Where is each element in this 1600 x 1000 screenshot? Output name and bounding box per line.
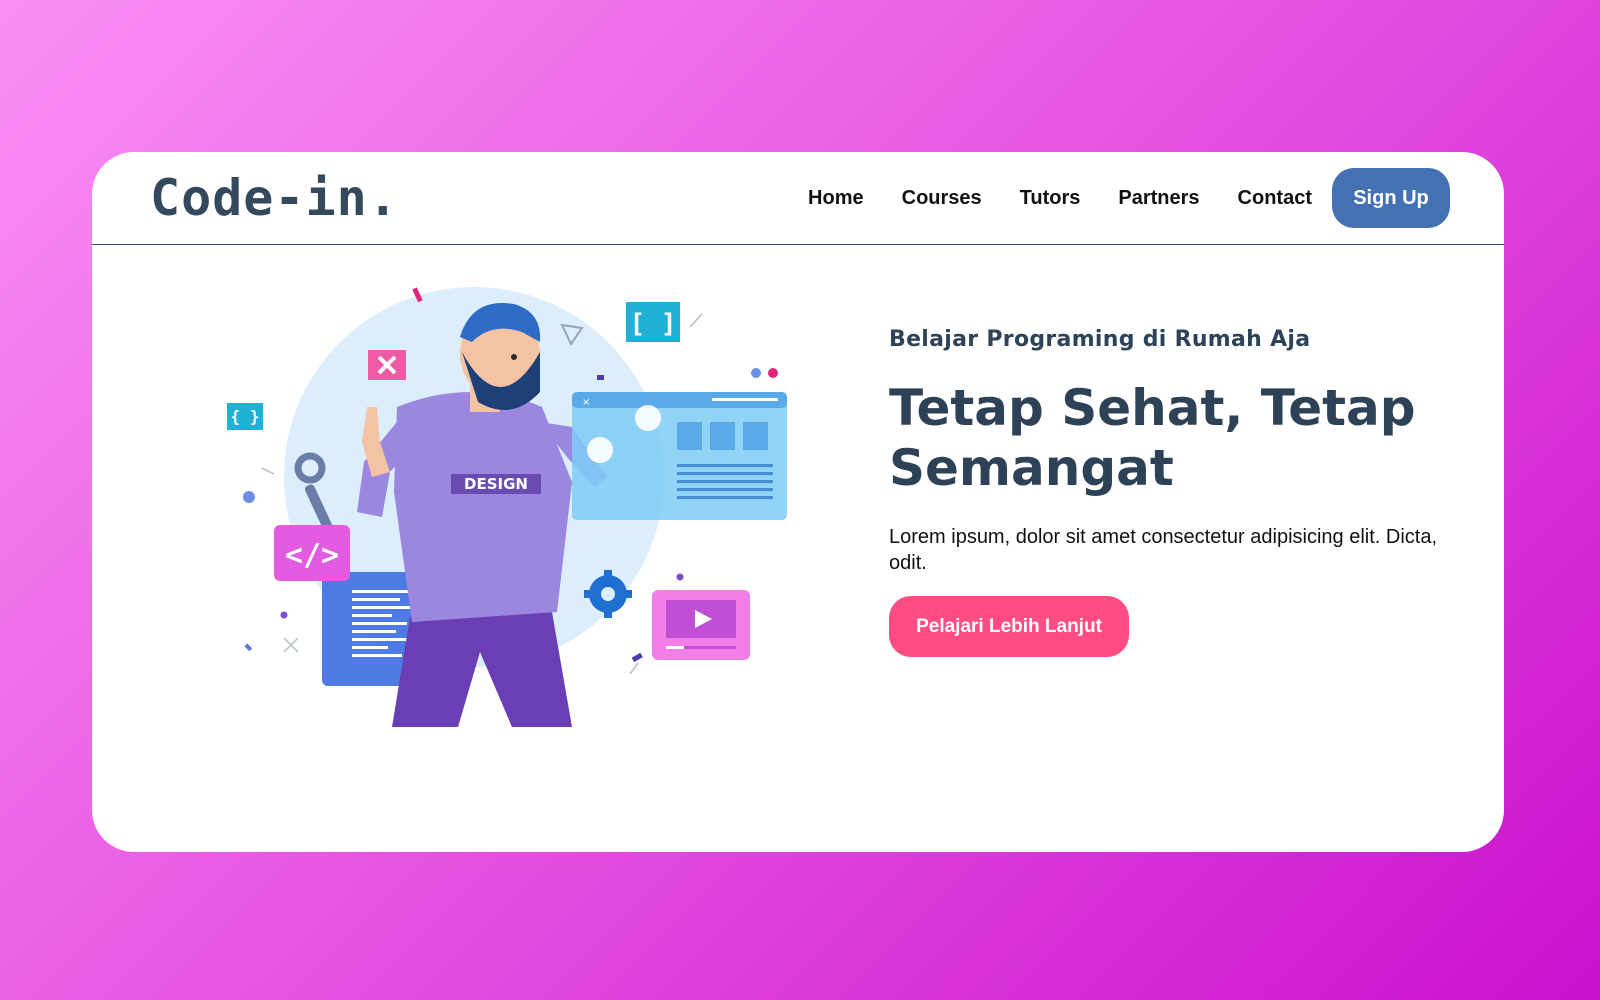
- hero-headline: Tetap Sehat, Tetap Semangat: [889, 379, 1416, 497]
- confetti-bar: [631, 652, 643, 663]
- close-icon: [368, 350, 406, 380]
- confetti-bar: [244, 643, 253, 652]
- svg-text:[ ]: [ ]: [630, 309, 677, 339]
- confetti-dot: [768, 368, 778, 378]
- hero-illustration: [ ] { } DESIGN </> ×: [227, 287, 787, 727]
- navbar: Code-in. Home Courses Tutors Partners Co…: [92, 152, 1504, 245]
- confetti-line: [261, 467, 275, 475]
- confetti-bar: [597, 375, 604, 380]
- confetti-dot: [676, 573, 684, 581]
- play-icon: [652, 590, 750, 660]
- shirt-text: DESIGN: [464, 475, 528, 493]
- svg-text:×: ×: [582, 397, 590, 408]
- main-nav: Home Courses Tutors Partners Contact Sig…: [770, 168, 1450, 228]
- hero-text: Belajar Programing di Rumah Aja Tetap Se…: [889, 327, 1449, 657]
- confetti-line: [629, 662, 639, 675]
- braces-icon: { }: [227, 403, 263, 430]
- nav-link-courses[interactable]: Courses: [902, 187, 982, 210]
- nav-link-contact[interactable]: Contact: [1238, 187, 1312, 210]
- confetti-line: [689, 313, 703, 328]
- code-icon: </>: [274, 525, 350, 581]
- cross-shape: [283, 637, 299, 653]
- hero-subtitle: Belajar Programing di Rumah Aja: [889, 327, 1311, 352]
- main-card: Code-in. Home Courses Tutors Partners Co…: [92, 152, 1504, 852]
- hero-description: Lorem ipsum, dolor sit amet consectetur …: [889, 526, 1438, 574]
- confetti-dot: [751, 368, 761, 378]
- brackets-icon: [ ]: [626, 302, 680, 342]
- nav-link-partners[interactable]: Partners: [1118, 187, 1199, 210]
- site-logo[interactable]: Code-in.: [150, 169, 399, 227]
- learn-more-button[interactable]: Pelajari Lebih Lanjut: [889, 596, 1129, 657]
- confetti-dot: [280, 611, 288, 619]
- sign-up-button[interactable]: Sign Up: [1332, 168, 1450, 228]
- confetti-dot: [243, 491, 255, 503]
- svg-text:</>: </>: [285, 538, 339, 573]
- nav-link-tutors[interactable]: Tutors: [1020, 187, 1081, 210]
- browser-window-icon: ×: [572, 392, 787, 520]
- svg-text:{ }: { }: [231, 407, 260, 426]
- nav-link-home[interactable]: Home: [808, 187, 864, 210]
